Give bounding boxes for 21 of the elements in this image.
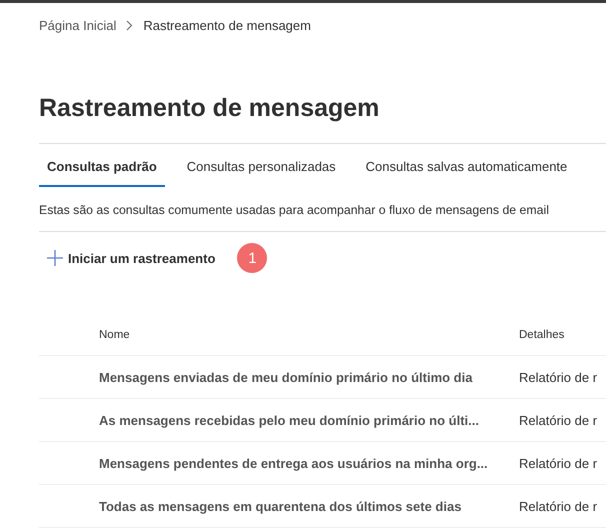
table-cell-text: As mensagens recebidas pelo meu domínio primário no últi... — [98, 412, 480, 428]
tab[interactable]: Consultas personalizadas — [178, 152, 344, 187]
column-header[interactable]: Nome — [39, 329, 519, 341]
table-cell: Relatório de r — [519, 498, 598, 514]
table-cell: Relatório de r — [519, 370, 598, 384]
breadcrumb-item: Rastreamento de mensagem — [143, 18, 311, 32]
table-cell-text: Todas as mensagens em quarentena dos últimos sete dias — [98, 498, 462, 514]
plus-icon — [47, 250, 63, 266]
start-trace-button[interactable]: Iniciar um rastreamento — [39, 246, 224, 270]
page-title: Rastreamento de mensagem — [39, 94, 380, 123]
tab[interactable]: Consultas salvas automaticamente — [358, 152, 576, 187]
table-cell-text: Mensagens enviadas de meu domínio primário no último dia — [98, 370, 474, 384]
chevron-right-icon — [126, 20, 134, 30]
table-cell-text: Mensagens pendentes de entrega aos usuários na minha org... — [98, 456, 489, 470]
step-badge: 1 — [237, 243, 268, 273]
table-cell: Relatório de r — [519, 412, 598, 428]
breadcrumb-item[interactable]: Página Inicial — [39, 18, 116, 32]
column-header[interactable]: Detalhes — [519, 329, 564, 341]
description-text: Estas são as consultas comumente usadas para acompanhar o fluxo de mensagens de email — [39, 203, 550, 217]
table-cell: Relatório de r — [519, 456, 598, 470]
tab[interactable]: Consultas padrão — [39, 152, 165, 187]
